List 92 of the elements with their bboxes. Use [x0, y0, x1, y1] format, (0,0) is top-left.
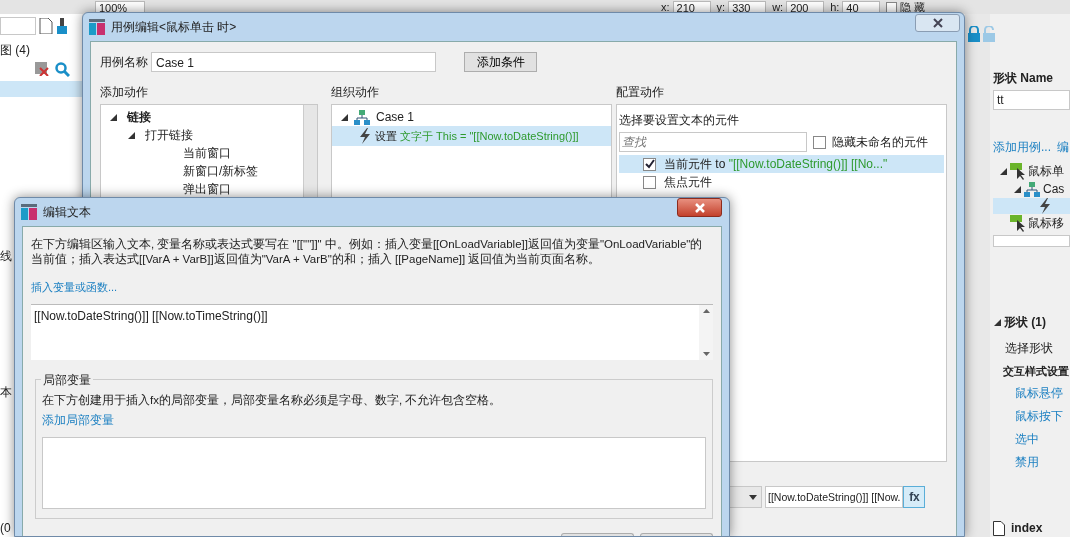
coordinate-field[interactable]: 40 — [842, 1, 881, 13]
link[interactable]: 添加用例... — [993, 138, 1051, 156]
link[interactable]: 编 — [1057, 138, 1069, 156]
document-icon[interactable] — [39, 18, 53, 34]
fx-button[interactable]: fx — [903, 486, 926, 508]
link[interactable]: 鼠标悬停 — [993, 384, 1070, 402]
section-heading: 添加动作 — [100, 84, 149, 101]
filter-icon[interactable] — [35, 62, 49, 76]
action-tree-row[interactable] — [993, 198, 1070, 214]
tree-item[interactable]: 新窗口/新标签 — [183, 162, 259, 180]
instruction-text: 在下方创建用于插入fx的局部变量，局部变量名称必须是字母、数字, 不允许包含空格。 — [42, 392, 503, 408]
widget-row[interactable]: 焦点元件 — [619, 173, 944, 191]
tree-item-label[interactable]: 鼠标移 — [1028, 214, 1064, 232]
expanded-triangle-icon[interactable] — [999, 167, 1007, 175]
link[interactable]: 鼠标按下 — [993, 407, 1070, 425]
link[interactable]: 选中 — [993, 430, 1070, 448]
add-variable-link[interactable]: 添加局部变量 — [42, 411, 706, 429]
app-logo-icon — [21, 204, 37, 220]
window-title: 用例编辑<鼠标单击 时> — [111, 19, 237, 36]
expanded-triangle-icon[interactable] — [340, 113, 348, 121]
app-logo-icon — [89, 19, 105, 35]
tree-item[interactable]: Case 1 — [376, 108, 415, 126]
close-button[interactable] — [677, 198, 722, 217]
page-item[interactable]: index — [1011, 519, 1043, 537]
field-label: 用例名称 — [100, 54, 148, 71]
lightning-icon — [358, 128, 370, 144]
coordinate-field[interactable]: 200 — [786, 1, 825, 13]
close-icon — [932, 18, 943, 28]
search-icon[interactable] — [55, 62, 70, 77]
section-heading: 组织动作 — [331, 84, 380, 101]
cursor-icon — [1010, 162, 1025, 180]
name-field[interactable]: tt — [993, 90, 1070, 110]
action-tree-row[interactable]: 设置 文字于 This = "[[Now.toDateString()]] — [332, 126, 611, 146]
close-icon — [694, 202, 705, 213]
scroll-up-icon[interactable] — [702, 308, 710, 313]
coordinate-label: h: — [830, 1, 840, 13]
expanded-triangle-icon[interactable] — [109, 113, 117, 121]
coordinate-label: w: — [772, 1, 784, 13]
coordinate-label: x: — [661, 1, 670, 13]
lock-icon[interactable] — [968, 26, 980, 42]
search-field[interactable]: 查找 — [619, 132, 807, 152]
widget-label: 当前元件 to "[[Now.toDateString()]] [[No..." — [664, 156, 888, 173]
horizontal-scrollbar[interactable] — [993, 235, 1070, 247]
scroll-down-icon[interactable] — [702, 351, 710, 356]
panel-title: 形状 Name — [993, 70, 1055, 87]
coordinate-field[interactable]: 330 — [728, 1, 767, 13]
widget-label: 焦点元件 — [664, 174, 712, 191]
coordinate-field[interactable]: 210 — [672, 1, 711, 13]
section-heading: 配置动作 — [616, 84, 665, 101]
checkbox[interactable] — [643, 175, 656, 189]
add-condition-button[interactable]: 添加条件 — [464, 52, 537, 72]
checkbox[interactable] — [813, 135, 826, 149]
tree-item[interactable]: 链接 — [127, 108, 151, 126]
instruction-text: 在下方编辑区输入文本, 变量名称或表达式要写在 "[[""]]" 中。例如：插入变量[[OnLoadVariable]]返回值为变量"OnLoadVariable"的当前值；插入表达式[[VarA + VarB]]返回值为"VarA + VarB"的和；插入 [[PageName]] 返回值为当前页面名称。 — [31, 237, 704, 267]
field-label: 选择形状 — [1004, 339, 1054, 357]
dropdown-caret-icon — [749, 494, 757, 500]
group-title: 局部变量 — [41, 370, 93, 389]
checkbox-label: 隐藏未命名的元件 — [832, 134, 928, 151]
link[interactable]: 禁用 — [993, 453, 1070, 471]
hidden-label: 隐 藏 — [900, 1, 926, 13]
checkbox[interactable] — [886, 1, 898, 13]
tree-item[interactable]: 当前窗口 — [183, 144, 231, 162]
tree-item-label: 设置 文字于 This = "[[Now.toDateString()]] — [375, 128, 579, 144]
case-name-field[interactable]: Case 1 — [151, 52, 436, 72]
panel-title: 图 (4) — [0, 42, 31, 59]
brush-icon[interactable] — [56, 18, 68, 34]
expanded-triangle-icon[interactable] — [127, 131, 135, 139]
cursor-icon — [1010, 214, 1025, 232]
lightning-icon — [1038, 198, 1050, 214]
vertical-scrollbar[interactable] — [699, 304, 713, 360]
tree-item-label[interactable]: Cas — [1043, 180, 1065, 198]
window-title: 编辑文本 — [43, 204, 91, 221]
expanded-triangle-icon[interactable] — [1013, 185, 1021, 193]
panel-label: 线 — [0, 248, 12, 265]
checked-checkbox[interactable] — [643, 157, 656, 171]
section-heading: 选择要设置文本的元件 — [619, 112, 740, 129]
org-chart-icon — [354, 109, 370, 125]
expanded-triangle-icon[interactable] — [993, 317, 1001, 326]
close-button[interactable] — [915, 14, 960, 32]
tree-item[interactable]: 弹出窗口 — [183, 180, 231, 198]
value-field[interactable]: [[Now.toDateString()]] [[Now. — [765, 486, 904, 508]
section-title: 形状 (1) — [1004, 313, 1046, 331]
page-icon[interactable] — [993, 520, 1005, 536]
section-title: 交互样式设置 — [1002, 363, 1070, 379]
tree-item-label[interactable]: 鼠标单 — [1028, 162, 1064, 180]
insert-variable-link[interactable]: 插入变量或函数... — [31, 279, 713, 296]
panel-label: 本 — [0, 384, 12, 401]
tree-item[interactable]: 打开链接 — [145, 126, 193, 144]
zoom-dropdown[interactable]: 100% — [95, 1, 145, 13]
org-chart-icon — [1024, 181, 1040, 197]
widget-row[interactable]: 当前元件 to "[[Now.toDateString()]] [[No..." — [619, 155, 944, 173]
panel-label: (0 — [0, 520, 11, 537]
